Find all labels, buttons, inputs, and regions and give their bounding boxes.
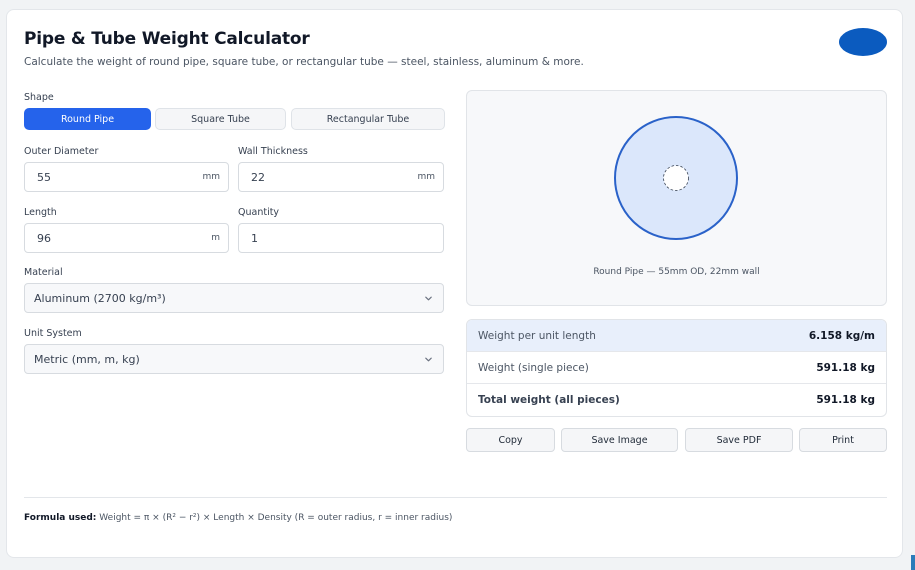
result-label: Weight (single piece) <box>478 362 589 374</box>
outer-diameter-unit: mm <box>202 172 220 182</box>
chevron-down-icon <box>425 296 432 301</box>
quantity-value: 1 <box>251 232 258 245</box>
wall-thickness-unit: mm <box>417 172 435 182</box>
wall-thickness-value: 22 <box>251 171 265 184</box>
wall-thickness-label: Wall Thickness <box>238 146 308 157</box>
material-select[interactable]: Aluminum (2700 kg/m³) <box>24 283 444 313</box>
window-edge-indicator <box>911 555 915 570</box>
page-subtitle: Calculate the weight of round pipe, squa… <box>24 56 584 68</box>
pipe-cross-section <box>614 116 738 240</box>
save-image-button[interactable]: Save Image <box>561 428 678 452</box>
outer-diameter-value: 55 <box>37 171 51 184</box>
formula-text: Weight = π × (R² − r²) × Length × Densit… <box>99 513 453 523</box>
save-pdf-button[interactable]: Save PDF <box>685 428 793 452</box>
shape-preview-panel: Round Pipe — 55mm OD, 22mm wall <box>466 90 887 306</box>
quantity-input[interactable]: 1 <box>238 223 444 253</box>
quantity-label: Quantity <box>238 207 280 218</box>
result-row-total: Total weight (all pieces) 591.18 kg <box>467 384 886 416</box>
result-row-single: Weight (single piece) 591.18 kg <box>467 352 886 384</box>
formula-label: Formula used: <box>24 513 97 523</box>
formula-note: Formula used: Weight = π × (R² − r²) × L… <box>24 513 452 523</box>
calculator-card: Pipe & Tube Weight Calculator Calculate … <box>6 9 903 558</box>
result-value: 591.18 kg <box>816 362 875 374</box>
result-row-per-length: Weight per unit length 6.158 kg/m <box>467 320 886 352</box>
outer-diameter-label: Outer Diameter <box>24 146 99 157</box>
unit-system-label: Unit System <box>24 328 82 339</box>
print-button[interactable]: Print <box>799 428 887 452</box>
copy-button[interactable]: Copy <box>466 428 555 452</box>
unit-system-select[interactable]: Metric (mm, m, kg) <box>24 344 444 374</box>
shape-round-pipe-button[interactable]: Round Pipe <box>24 108 151 130</box>
results-table: Weight per unit length 6.158 kg/m Weight… <box>466 319 887 417</box>
footer-divider <box>24 497 887 498</box>
result-label: Total weight (all pieces) <box>478 394 620 406</box>
shape-square-tube-button[interactable]: Square Tube <box>155 108 286 130</box>
material-value: Aluminum (2700 kg/m³) <box>34 292 166 305</box>
chevron-down-icon <box>425 357 432 362</box>
preview-caption: Round Pipe — 55mm OD, 22mm wall <box>593 267 760 277</box>
length-input[interactable]: 96 m <box>24 223 229 253</box>
length-label: Length <box>24 207 57 218</box>
outer-diameter-input[interactable]: 55 mm <box>24 162 229 192</box>
result-value: 6.158 kg/m <box>808 330 875 342</box>
unit-system-value: Metric (mm, m, kg) <box>34 353 140 366</box>
material-label: Material <box>24 267 63 278</box>
result-label: Weight per unit length <box>478 330 596 342</box>
pipe-inner-circle <box>663 165 689 191</box>
result-value: 591.18 kg <box>816 394 875 406</box>
shape-label: Shape <box>24 92 54 103</box>
length-unit: m <box>211 233 220 243</box>
brand-logo <box>839 28 887 56</box>
shape-rectangular-tube-button[interactable]: Rectangular Tube <box>291 108 445 130</box>
wall-thickness-input[interactable]: 22 mm <box>238 162 444 192</box>
length-value: 96 <box>37 232 51 245</box>
page-title: Pipe & Tube Weight Calculator <box>24 29 310 49</box>
